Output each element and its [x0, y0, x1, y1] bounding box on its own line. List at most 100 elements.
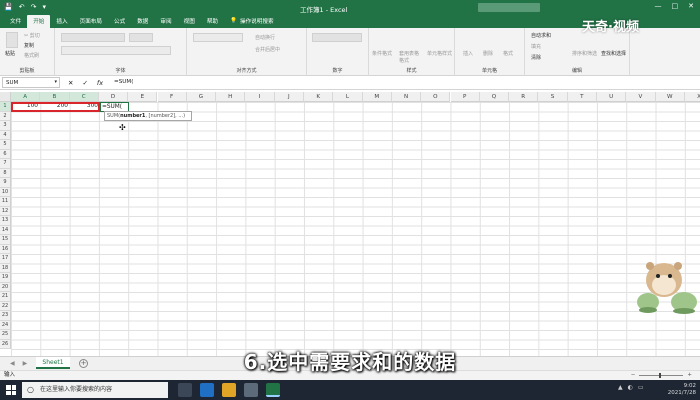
format-cells-button[interactable]: 格式 — [503, 50, 513, 57]
row-header-25[interactable]: 25 — [0, 330, 11, 340]
spreadsheet-grid[interactable]: 100 200 300 =SUM( ABCDEFGHIJKLMNOPQRSTUV… — [0, 92, 700, 356]
find-select-button[interactable]: 查找和选择 — [601, 50, 626, 57]
column-header-l[interactable]: L — [333, 92, 363, 102]
column-header-x[interactable]: X — [684, 92, 700, 102]
zoom-slider[interactable] — [639, 373, 684, 378]
excel-taskbar-icon[interactable] — [266, 383, 280, 397]
volume-icon[interactable]: ◐ — [628, 384, 633, 391]
insert-function-button[interactable]: fx — [97, 79, 103, 87]
taskbar-search[interactable]: ○ 在这里输入你要搜索的内容 — [22, 382, 168, 398]
row-header-24[interactable]: 24 — [0, 320, 11, 330]
column-header-k[interactable]: K — [304, 92, 334, 102]
column-header-g[interactable]: G — [186, 92, 217, 102]
column-header-u[interactable]: U — [597, 92, 627, 102]
row-header-7[interactable]: 7 — [0, 159, 11, 169]
fill-button[interactable]: 填充 — [531, 43, 541, 50]
user-account-blurred[interactable] — [478, 3, 540, 12]
column-header-m[interactable]: M — [362, 92, 392, 102]
file-explorer-icon[interactable] — [222, 383, 236, 397]
enter-button[interactable]: ✓ — [82, 79, 87, 87]
row-header-23[interactable]: 23 — [0, 311, 11, 321]
row-header-20[interactable]: 20 — [0, 282, 11, 292]
column-header-q[interactable]: Q — [479, 92, 510, 102]
row-header-9[interactable]: 9 — [0, 178, 11, 188]
number-format-select[interactable] — [312, 33, 362, 42]
column-header-r[interactable]: R — [509, 92, 539, 102]
tab-7[interactable]: 视图 — [178, 15, 201, 28]
font-format-buttons[interactable] — [61, 46, 171, 55]
cut-button[interactable]: ✂ 剪切 — [24, 32, 40, 39]
row-header-19[interactable]: 19 — [0, 273, 11, 283]
tab-0[interactable]: 文件 — [4, 15, 27, 28]
column-header-c[interactable]: C — [69, 92, 99, 102]
paste-icon[interactable] — [6, 32, 18, 48]
column-header-w[interactable]: W — [655, 92, 685, 102]
row-header-14[interactable]: 14 — [0, 225, 11, 235]
tab-6[interactable]: 审阅 — [154, 15, 177, 28]
row-header-18[interactable]: 18 — [0, 263, 11, 273]
paste-button[interactable]: 粘贴 — [5, 50, 15, 57]
delete-cells-button[interactable]: 删除 — [483, 50, 493, 57]
column-header-h[interactable]: H — [216, 92, 246, 102]
cell-style-button[interactable]: 单元格样式 — [427, 50, 452, 57]
name-box[interactable]: SUM ▾ — [2, 77, 60, 88]
conditional-format-button[interactable]: 条件格式 — [372, 50, 392, 57]
notification-icon[interactable]: ▭ — [638, 384, 644, 391]
column-header-i[interactable]: I — [245, 92, 275, 102]
column-header-o[interactable]: O — [421, 92, 451, 102]
maximize-button[interactable]: □ — [672, 2, 679, 10]
row-header-13[interactable]: 13 — [0, 216, 11, 226]
customize-icon[interactable]: ▾ — [42, 3, 46, 11]
column-header-j[interactable]: J — [274, 92, 304, 102]
select-all-corner[interactable] — [0, 92, 11, 102]
redo-icon[interactable]: ↷ — [31, 3, 37, 11]
column-header-f[interactable]: F — [157, 92, 187, 102]
cancel-entry-button[interactable]: ✕ — [68, 79, 73, 87]
formula-input[interactable]: =SUM( — [111, 77, 700, 88]
tab-5[interactable]: 数据 — [131, 15, 154, 28]
column-header-a[interactable]: A — [11, 92, 41, 102]
autosum-button[interactable]: 自动求和 — [531, 32, 551, 39]
sort-filter-button[interactable]: 排序和筛选 — [572, 50, 597, 57]
copy-button[interactable]: 复制 — [24, 42, 34, 49]
merge-center-button[interactable]: 合并后居中 — [255, 46, 280, 53]
format-painter-button[interactable]: 格式刷 — [24, 52, 39, 59]
row-header-12[interactable]: 12 — [0, 206, 11, 216]
column-header-t[interactable]: T — [567, 92, 597, 102]
chevron-down-icon[interactable]: ▾ — [54, 79, 57, 85]
font-size-select[interactable] — [129, 33, 153, 42]
store-icon[interactable] — [244, 383, 258, 397]
clear-button[interactable]: 清除 — [531, 54, 541, 61]
row-header-5[interactable]: 5 — [0, 140, 11, 150]
tab-4[interactable]: 公式 — [108, 15, 131, 28]
task-view-icon[interactable] — [178, 383, 192, 397]
font-name-select[interactable] — [61, 33, 125, 42]
windows-start-icon[interactable] — [6, 385, 16, 395]
row-header-16[interactable]: 16 — [0, 244, 11, 254]
row-header-8[interactable]: 8 — [0, 168, 11, 178]
network-icon[interactable]: ▲ — [618, 384, 623, 391]
row-header-15[interactable]: 15 — [0, 235, 11, 245]
column-header-v[interactable]: V — [626, 92, 656, 102]
cell-area[interactable] — [11, 102, 700, 356]
undo-icon[interactable]: ↶ — [19, 3, 25, 11]
function-tooltip[interactable]: SUM(number1, [number2], ...) — [104, 111, 192, 121]
row-header-3[interactable]: 3 — [0, 121, 11, 131]
align-buttons[interactable] — [193, 33, 243, 42]
row-header-11[interactable]: 11 — [0, 197, 11, 207]
close-button[interactable]: ✕ — [688, 2, 694, 10]
insert-cells-button[interactable]: 插入 — [463, 50, 473, 57]
column-header-n[interactable]: N — [391, 92, 422, 102]
column-header-p[interactable]: P — [450, 92, 480, 102]
taskbar-clock[interactable]: 9:02 2021/7/28 — [668, 383, 696, 397]
tab-1[interactable]: 开始 — [27, 15, 51, 28]
column-header-d[interactable]: D — [98, 92, 129, 102]
table-format-button[interactable]: 套用表格格式 — [399, 50, 421, 64]
row-header-1[interactable]: 1 — [0, 102, 11, 112]
edge-icon[interactable] — [200, 383, 214, 397]
wrap-text-button[interactable]: 自动换行 — [255, 34, 275, 41]
row-header-6[interactable]: 6 — [0, 149, 11, 159]
row-header-2[interactable]: 2 — [0, 111, 11, 121]
row-header-10[interactable]: 10 — [0, 187, 11, 197]
minimize-button[interactable]: — — [655, 2, 662, 10]
